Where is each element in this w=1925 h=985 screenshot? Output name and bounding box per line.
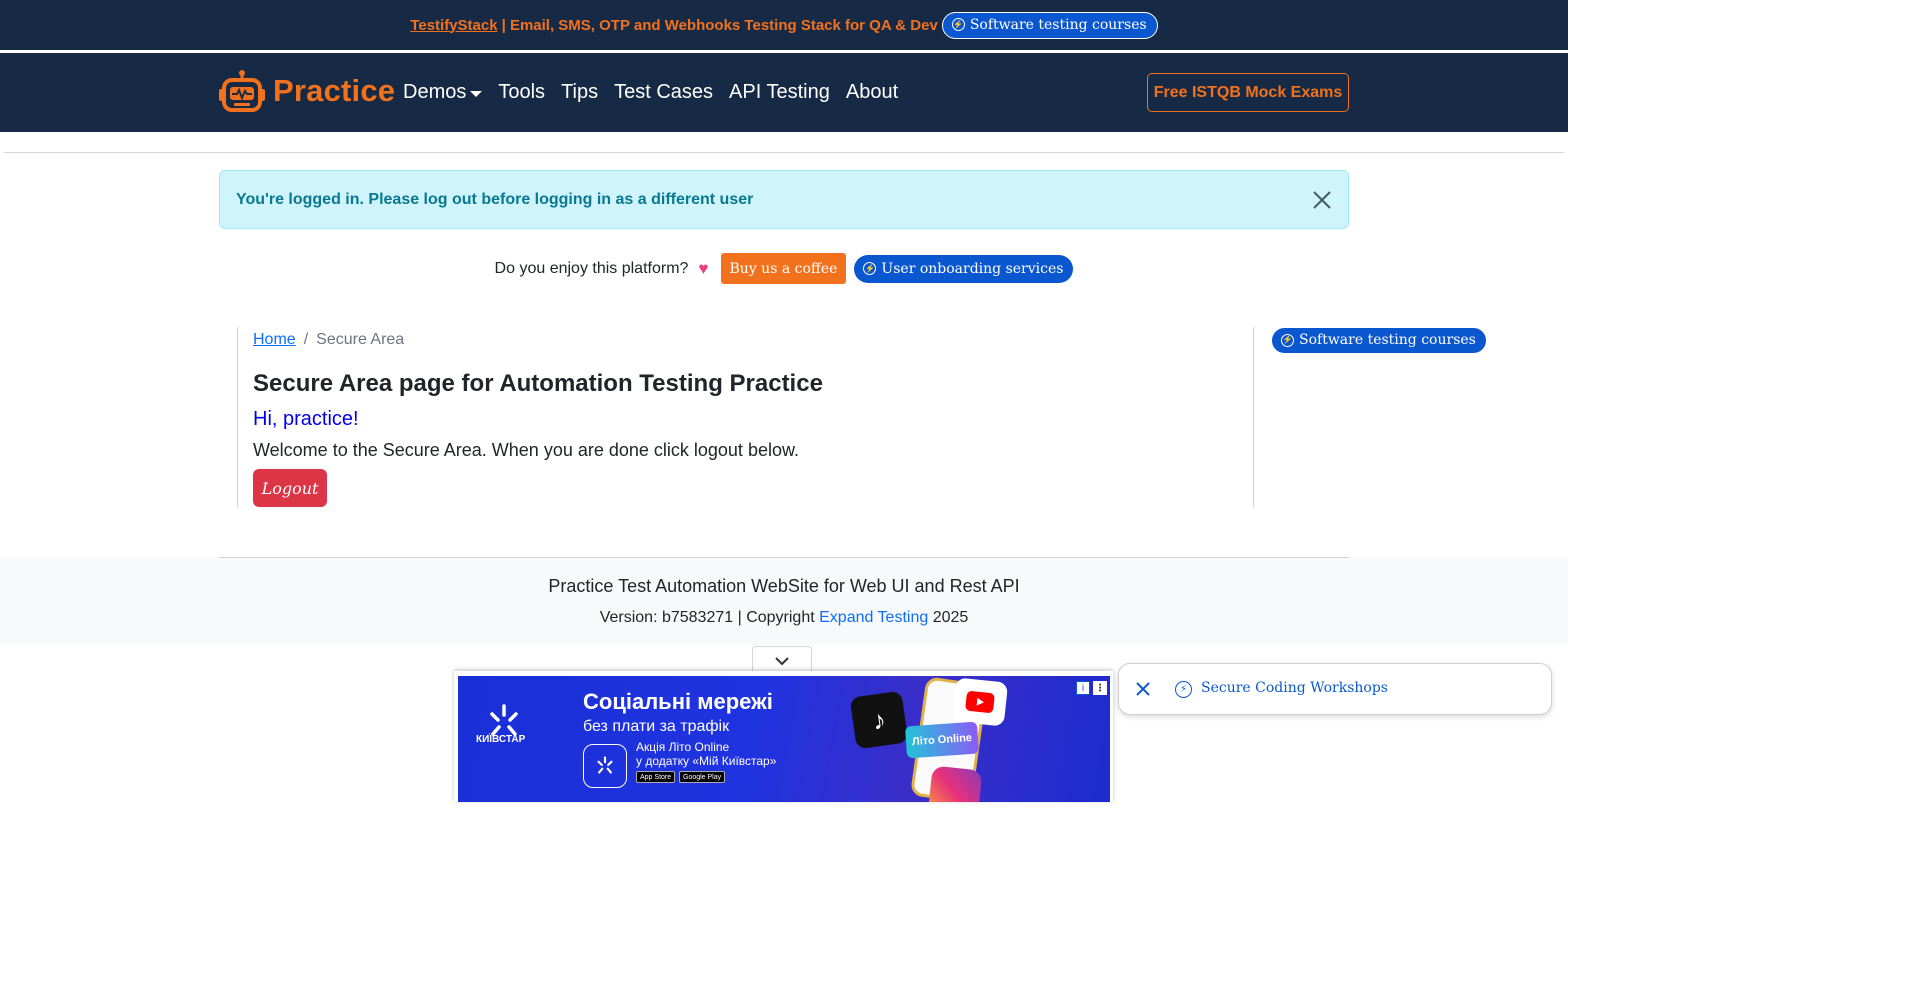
- bolt-icon: ⚡: [863, 262, 877, 275]
- divider: [4, 152, 1564, 153]
- ad-headline: Соціальні мережі: [583, 689, 773, 714]
- nav-menu: Demos Tools Tips Test Cases API Testing …: [403, 81, 898, 104]
- ad-banner[interactable]: КИЇВСТАР Соціальні мережі без плати за т…: [458, 676, 1110, 802]
- promo-text: | Email, SMS, OTP and Webhooks Testing S…: [501, 16, 938, 34]
- breadcrumb-separator: /: [303, 331, 309, 348]
- testifystack-link[interactable]: TestifyStack: [410, 17, 497, 34]
- enjoy-question: Do you enjoy this platform?: [494, 259, 689, 277]
- kyivstar-star-icon: [597, 756, 613, 774]
- breadcrumb-home-link[interactable]: Home: [253, 331, 296, 349]
- brand-link[interactable]: Practice: [219, 69, 395, 113]
- nav-item-test-cases[interactable]: Test Cases: [614, 81, 713, 104]
- ad-promo-line2: у додатку «Мій Київстар»: [636, 754, 777, 768]
- google-play-badge: Google Play: [679, 771, 726, 783]
- nav-item-api-testing[interactable]: API Testing: [729, 81, 830, 104]
- bolt-icon: ⚡: [1175, 681, 1192, 698]
- footer-version: Version: b7583271 | Copyright Expand Tes…: [0, 609, 1568, 627]
- alert-text: You're logged in. Please log out before …: [236, 191, 754, 208]
- nav-item-tools[interactable]: Tools: [498, 81, 545, 104]
- main-content: Home / Secure Area Secure Area page for …: [237, 327, 1254, 507]
- onboarding-services-pill[interactable]: ⚡ User onboarding services: [854, 254, 1074, 283]
- breadcrumb-current: Secure Area: [316, 331, 405, 348]
- breadcrumb: Home / Secure Area: [253, 331, 404, 349]
- close-icon[interactable]: [1312, 190, 1332, 210]
- nav-item-about[interactable]: About: [846, 81, 898, 104]
- youtube-icon: [951, 677, 1009, 727]
- heart-icon: ♥: [698, 258, 709, 278]
- brand-text: Practice: [273, 73, 396, 108]
- pill-label: User onboarding services: [881, 260, 1064, 277]
- divider: [219, 557, 1349, 558]
- promo-bar: TestifyStack | Email, SMS, OTP and Webho…: [0, 0, 1568, 50]
- software-courses-pill-top[interactable]: ⚡ Software testing courses: [941, 11, 1158, 39]
- ad-container: КИЇВСТАР Соціальні мережі без плати за т…: [454, 671, 1113, 802]
- close-icon[interactable]: [1135, 681, 1151, 697]
- istqb-mock-exams-button[interactable]: Free ISTQB Mock Exams: [1147, 73, 1349, 112]
- ad-promo-line1: Акція Літо Online: [636, 740, 730, 754]
- buy-coffee-button[interactable]: Buy us a coffee: [720, 253, 847, 284]
- robot-logo-icon: [219, 70, 265, 112]
- ad-collapse-toggle[interactable]: [752, 646, 812, 674]
- ad-sticker: Літо Online: [904, 721, 980, 759]
- ad-subline: без плати за трафік: [583, 718, 730, 735]
- expand-testing-link[interactable]: Expand Testing: [819, 609, 928, 626]
- chevron-down-icon: [775, 656, 789, 665]
- page-title: Secure Area page for Automation Testing …: [253, 370, 823, 397]
- footer-title: Practice Test Automation WebSite for Web…: [548, 576, 1020, 596]
- footer: Practice Test Automation WebSite for Web…: [0, 557, 1568, 645]
- user-greeting: Hi, practice!: [253, 408, 359, 430]
- instagram-icon: [927, 765, 983, 802]
- app-icon: [583, 744, 627, 788]
- welcome-message: Welcome to the Secure Area. When you are…: [253, 440, 799, 460]
- secure-coding-link[interactable]: Secure Coding Workshops: [1201, 680, 1388, 696]
- logged-in-alert: You're logged in. Please log out before …: [219, 170, 1349, 229]
- nav-item-demos[interactable]: Demos: [403, 81, 483, 104]
- support-row: Do you enjoy this platform? ♥ Buy us a c…: [0, 253, 1568, 284]
- app-store-badge: App Store: [636, 771, 676, 783]
- nav-item-label: Demos: [403, 81, 467, 103]
- version-text: Version: b7583271 | Copyright: [599, 609, 820, 626]
- nav-item-tips[interactable]: Tips: [561, 81, 598, 104]
- bolt-icon: ⚡: [1281, 333, 1294, 347]
- navbar: Practice Demos Tools Tips Test Cases API…: [0, 53, 1568, 132]
- pill-label: Software testing courses: [969, 16, 1147, 33]
- software-courses-pill-side[interactable]: ⚡ Software testing courses: [1271, 327, 1487, 354]
- bolt-icon: ⚡: [951, 18, 965, 31]
- ad-info-icon[interactable]: i: [1076, 681, 1090, 695]
- pill-label: Software testing courses: [1299, 332, 1476, 348]
- copyright-year: 2025: [928, 609, 969, 626]
- logout-button[interactable]: Logout: [253, 469, 327, 507]
- ad-more-icon[interactable]: ⋮: [1093, 681, 1107, 695]
- tiktok-icon: ♪: [849, 690, 909, 750]
- caret-down-icon: [470, 90, 483, 97]
- workshop-toast: ⚡ Secure Coding Workshops: [1118, 663, 1552, 715]
- ad-brand-text: КИЇВСТАР: [476, 734, 526, 745]
